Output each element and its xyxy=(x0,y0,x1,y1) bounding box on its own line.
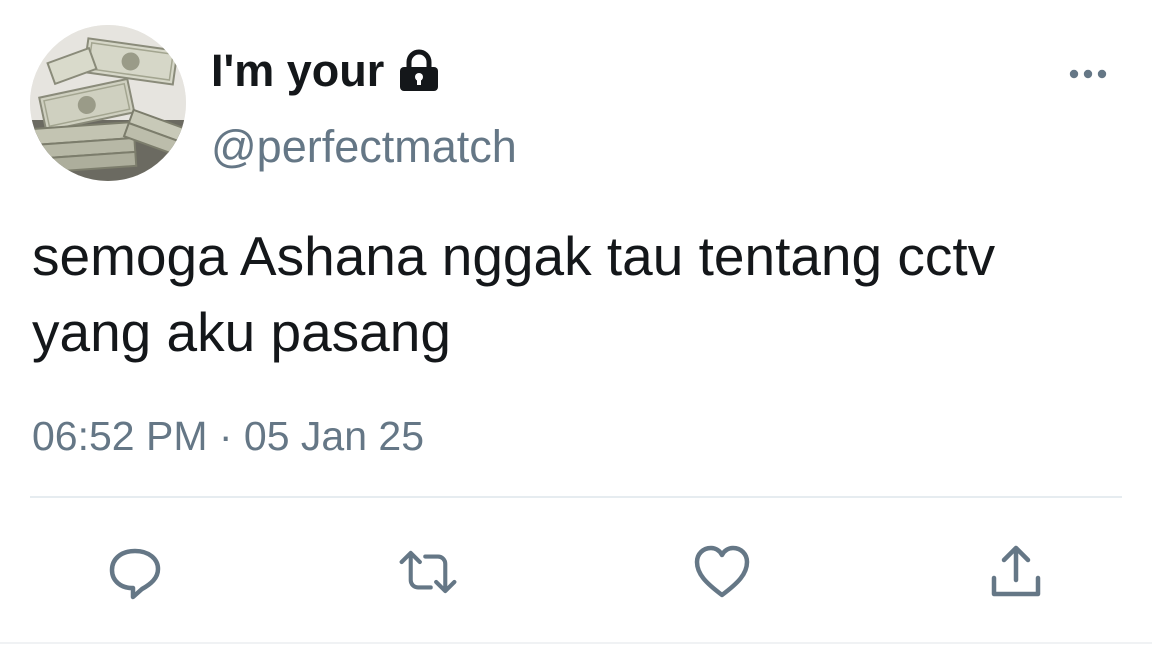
tweet-text: semoga Ashana nggak tau tentang cctv yan… xyxy=(32,225,996,363)
like-button[interactable] xyxy=(692,542,752,602)
share-button[interactable] xyxy=(986,542,1046,602)
money-stacks-avatar-icon xyxy=(30,25,186,181)
display-name-text: I'm your xyxy=(211,45,385,96)
heart-icon xyxy=(694,545,750,598)
retweet-icon xyxy=(399,550,457,594)
tweet-card: I'm your @perfectmatch semoga Ashana ngg… xyxy=(0,0,1152,663)
bottom-divider xyxy=(0,642,1152,644)
reply-button[interactable] xyxy=(105,542,165,602)
retweet-button[interactable] xyxy=(398,542,458,602)
user-handle[interactable]: @perfectmatch xyxy=(211,120,517,174)
reply-icon xyxy=(109,548,161,600)
tweet-timestamp[interactable]: 06:52 PM · 05 Jan 25 xyxy=(32,410,424,462)
display-name[interactable]: I'm your xyxy=(211,44,442,98)
more-horizontal-icon xyxy=(1069,69,1107,79)
avatar[interactable] xyxy=(30,25,186,181)
divider xyxy=(30,496,1122,498)
lock-icon xyxy=(396,48,442,94)
share-icon xyxy=(991,545,1041,597)
more-options-button[interactable] xyxy=(1060,58,1116,90)
